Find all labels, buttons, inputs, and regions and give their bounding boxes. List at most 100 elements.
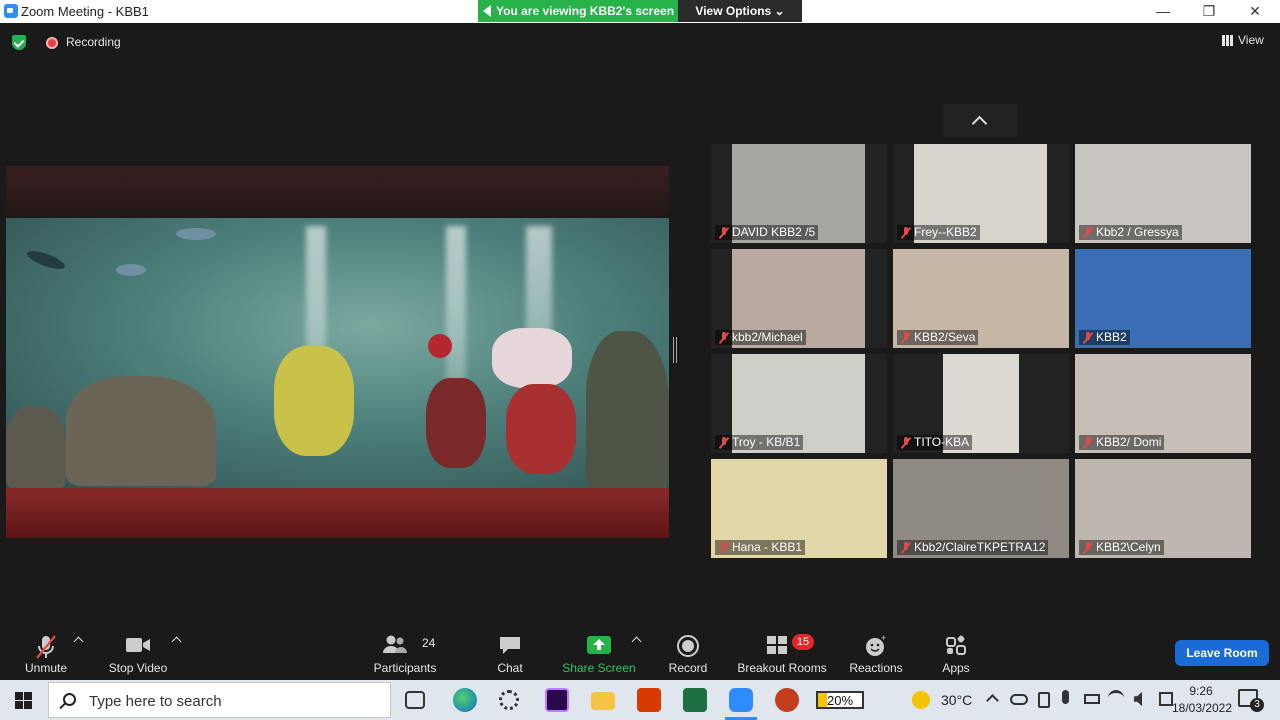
video-tile[interactable]: Hana - KBB1 — [711, 459, 887, 558]
stop-video-label: Stop Video — [108, 661, 168, 675]
mic-muted-icon — [1082, 437, 1094, 449]
splitter-handle[interactable] — [673, 337, 677, 363]
security-shield-icon[interactable] — [12, 35, 26, 50]
battery-meter: 20% — [816, 691, 864, 709]
settings-gear-icon[interactable] — [499, 690, 519, 710]
coral-rock — [6, 406, 66, 488]
stop-video-button[interactable]: Stop Video — [104, 628, 172, 680]
breakout-rooms-button[interactable]: 15 Breakout Rooms — [734, 628, 830, 680]
chat-label: Chat — [497, 661, 523, 675]
mic-muted-icon — [900, 227, 912, 239]
zoom-taskbar-icon[interactable] — [729, 688, 753, 712]
fish — [116, 264, 146, 276]
chat-icon — [500, 637, 520, 654]
premiere-pro-icon[interactable] — [545, 688, 569, 712]
breakout-rooms-icon — [767, 636, 788, 654]
device-icon[interactable] — [1038, 692, 1050, 708]
participant-name: TITO-KBA — [897, 435, 973, 450]
reactions-button[interactable]: + Reactions — [846, 628, 906, 680]
participant-name: DAVID KBB2 /5 — [715, 225, 819, 240]
zoom-app-icon — [4, 4, 18, 18]
mic-muted-icon — [718, 227, 730, 239]
video-tile[interactable]: TITO-KBA — [893, 354, 1069, 453]
close-button[interactable]: ✕ — [1232, 0, 1278, 23]
share-screen-button[interactable]: Share Screen — [560, 628, 638, 680]
participants-button[interactable]: 24 Participants — [370, 628, 440, 680]
windows-taskbar: Type here to search 20% 30°C 9:26 18/03/… — [0, 680, 1280, 720]
participant-name: Frey--KBB2 — [897, 225, 980, 240]
coral-rock — [586, 331, 669, 491]
minimize-button[interactable]: — — [1140, 0, 1186, 23]
temperature[interactable]: 30°C — [941, 692, 972, 708]
recording-label: Recording — [66, 35, 121, 49]
video-tile[interactable]: Frey--KBB2 — [893, 144, 1069, 243]
office-icon[interactable] — [637, 688, 661, 712]
participant-name-text: Frey--KBB2 — [914, 225, 977, 239]
share-screen-label: Share Screen — [562, 661, 636, 675]
coral-rock — [66, 376, 216, 486]
notification-count: 3 — [1250, 698, 1264, 712]
meeting-toolbar: Unmute Stop Video 24 Participants Chat S… — [0, 628, 1280, 680]
recording-icon — [46, 37, 58, 49]
search-placeholder: Type here to search — [89, 693, 222, 710]
participant-name-text: kbb2/Michael — [732, 330, 803, 344]
video-tile[interactable]: KBB2/Seva — [893, 249, 1069, 348]
tray-overflow-chevron-icon[interactable] — [986, 694, 999, 707]
taskbar-search-box[interactable]: Type here to search — [48, 682, 391, 718]
mic-muted-icon — [1082, 542, 1094, 554]
unmute-button[interactable]: Unmute — [16, 628, 76, 680]
restore-button[interactable]: ❐ — [1186, 0, 1232, 23]
video-tile[interactable]: Kbb2/ClaireTKPETRA12 — [893, 459, 1069, 558]
share-banner: You are viewing KBB2's screen View Optio… — [478, 0, 802, 22]
view-button[interactable]: View — [1222, 33, 1264, 47]
powerpoint-icon[interactable] — [775, 688, 799, 712]
fish — [176, 228, 216, 240]
video-tile[interactable]: KBB2/ Domi — [1075, 354, 1251, 453]
battery-icon[interactable] — [1084, 694, 1100, 704]
clock-date[interactable]: 18/03/2022 — [1154, 701, 1250, 715]
participant-name-text: Kbb2 / Gressya — [1096, 225, 1179, 239]
participant-name: Kbb2/ClaireTKPETRA12 — [897, 540, 1049, 555]
grid-view-icon — [1222, 35, 1233, 46]
wifi-icon[interactable] — [1108, 690, 1124, 706]
participant-name: Hana - KBB1 — [715, 540, 806, 555]
task-view-icon[interactable] — [405, 691, 425, 709]
onedrive-cloud-icon[interactable] — [1010, 694, 1028, 705]
leave-room-button[interactable]: Leave Room — [1175, 640, 1269, 666]
file-explorer-icon[interactable] — [591, 692, 615, 710]
record-button[interactable]: Record — [664, 628, 712, 680]
apps-button[interactable]: Apps — [936, 628, 976, 680]
smiley-icon: + — [866, 634, 886, 656]
participant-name-text: Kbb2/ClaireTKPETRA12 — [914, 540, 1046, 554]
video-tile[interactable]: KBB2\Celyn — [1075, 459, 1251, 558]
video-options-chevron-icon[interactable] — [171, 636, 182, 647]
weather-sun-icon[interactable] — [912, 691, 930, 709]
clock-time[interactable]: 9:26 — [1176, 684, 1226, 698]
mic-muted-icon — [1082, 227, 1094, 239]
participant-name-text: KBB2\Celyn — [1096, 540, 1161, 554]
video-camera-icon — [126, 638, 150, 652]
volume-icon[interactable] — [1134, 692, 1142, 706]
video-tile[interactable]: Kbb2 / Gressya — [1075, 144, 1251, 243]
breakout-rooms-label: Breakout Rooms — [737, 661, 827, 675]
viewing-status-text: You are viewing KBB2's screen — [496, 4, 675, 18]
participant-name: Troy - KB/B1 — [715, 435, 804, 450]
participant-name: KBB2\Celyn — [1079, 540, 1164, 555]
shared-screen[interactable] — [6, 166, 669, 538]
windows-start-icon[interactable] — [15, 692, 32, 709]
edge-browser-icon[interactable] — [453, 688, 477, 712]
reactions-label: Reactions — [849, 661, 903, 675]
participant-name: kbb2/Michael — [715, 330, 806, 345]
video-tile[interactable]: KBB2 — [1075, 249, 1251, 348]
microphone-icon[interactable] — [1062, 690, 1069, 704]
excel-icon[interactable] — [683, 688, 707, 712]
video-tile[interactable]: Troy - KB/B1 — [711, 354, 887, 453]
participant-name-text: Hana - KBB1 — [732, 540, 803, 554]
gallery-scroll-up-button[interactable] — [943, 104, 1018, 137]
view-options-button[interactable]: View Options ⌄ — [678, 0, 802, 22]
video-tile[interactable]: DAVID KBB2 /5 — [711, 144, 887, 243]
participant-name-text: KBB2/Seva — [914, 330, 976, 344]
chat-button[interactable]: Chat — [490, 628, 530, 680]
video-tile[interactable]: kbb2/Michael — [711, 249, 887, 348]
record-icon — [677, 635, 699, 657]
